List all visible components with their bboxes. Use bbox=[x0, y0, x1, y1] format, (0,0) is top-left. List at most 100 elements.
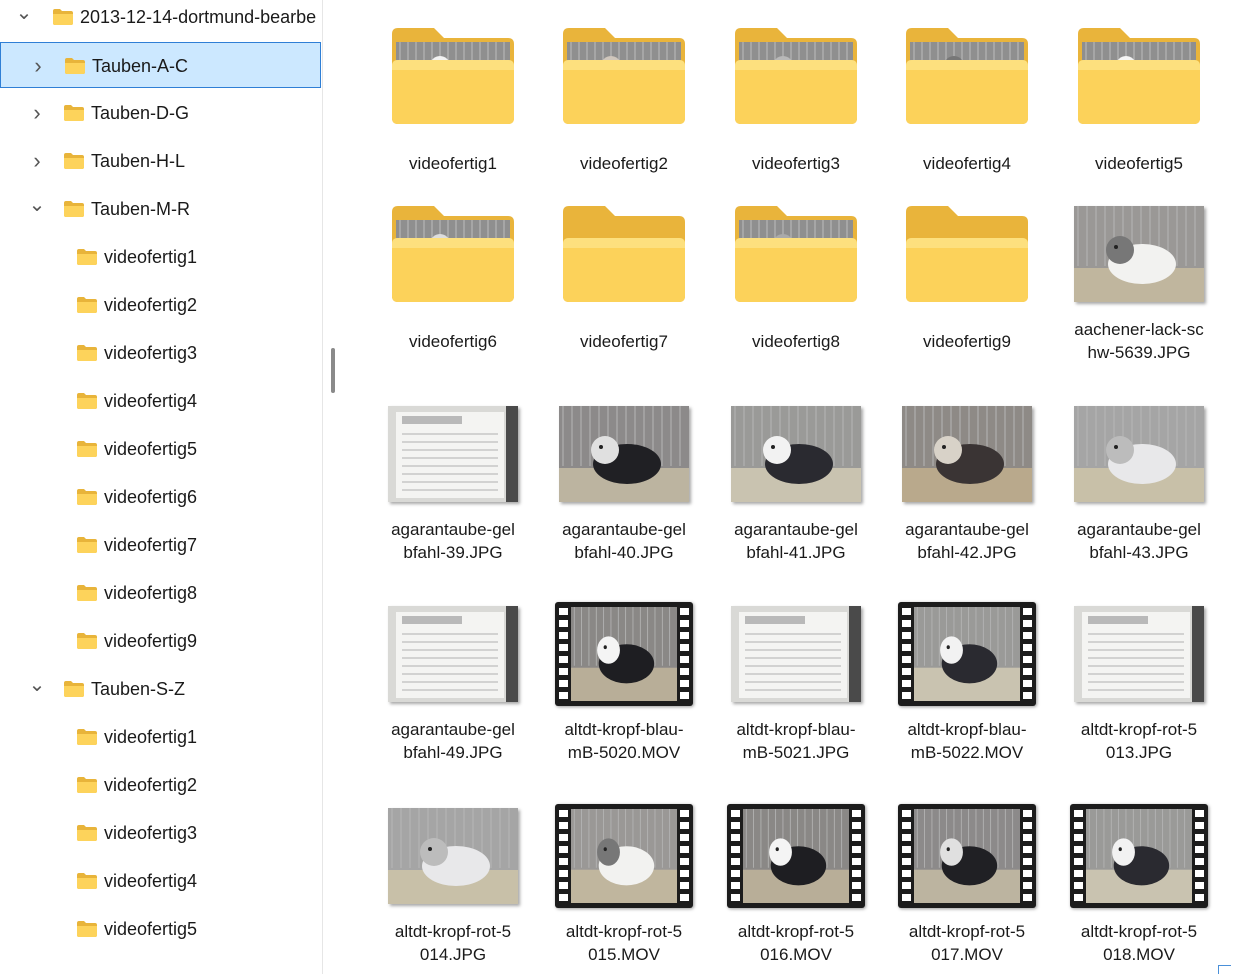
thumbnail-image bbox=[571, 607, 677, 701]
tree-item-subfolder[interactable]: videofertig2 bbox=[0, 762, 321, 808]
chevron-down-icon[interactable]: ⌄ bbox=[29, 186, 46, 232]
folder-icon bbox=[64, 681, 84, 697]
image-file-tile[interactable]: agarantaube-gel bfahl-42.JPG bbox=[887, 398, 1047, 578]
folder-icon bbox=[392, 28, 514, 124]
file-name-line: bfahl-40.JPG bbox=[574, 543, 674, 562]
file-name-label: altdt-kropf-rot-5 013.JPG bbox=[1051, 718, 1227, 764]
tree-item-subfolder[interactable]: videofertig4 bbox=[0, 378, 321, 424]
thumbnail bbox=[1059, 598, 1219, 710]
tree-item-label: videofertig6 bbox=[104, 487, 198, 507]
file-name-line: videofertig1 bbox=[409, 154, 497, 173]
thumbnail-image bbox=[743, 809, 849, 903]
file-name-line: videofertig9 bbox=[923, 332, 1011, 351]
tree-item-subfolder[interactable]: videofertig4 bbox=[0, 858, 321, 904]
folder-tile[interactable]: videofertig4 bbox=[887, 20, 1047, 200]
folder-tile[interactable]: videofertig6 bbox=[373, 198, 533, 378]
judging-card-image bbox=[1074, 606, 1204, 702]
thumbnail-image bbox=[1074, 206, 1204, 302]
video-file-tile[interactable]: altdt-kropf-rot-5 016.MOV bbox=[716, 800, 876, 974]
thumbnail bbox=[1059, 398, 1219, 510]
video-file-tile[interactable]: altdt-kropf-rot-5 018.MOV bbox=[1059, 800, 1219, 974]
file-name-label: altdt-kropf-blau-mB-5022.MOV bbox=[879, 718, 1055, 764]
tree-item-subfolder[interactable]: videofertig6 bbox=[0, 474, 321, 520]
pane-divider[interactable] bbox=[322, 0, 323, 974]
file-name-line: altdt-kropf-rot-5 bbox=[565, 922, 683, 941]
folder-icon bbox=[77, 441, 97, 457]
image-file-tile[interactable]: agarantaube-gel bfahl-39.JPG bbox=[373, 398, 533, 578]
image-file-tile[interactable]: agarantaube-gel bfahl-43.JPG bbox=[1059, 398, 1219, 578]
thumbnail bbox=[887, 20, 1047, 132]
tree-item-label: videofertig8 bbox=[104, 583, 198, 603]
tree-item-group[interactable]: › Tauben-D-G bbox=[0, 90, 321, 136]
file-name-label: videofertig2 bbox=[536, 152, 712, 175]
tree-item-subfolder[interactable]: videofertig1 bbox=[0, 714, 321, 760]
thumbnail-image bbox=[914, 809, 1020, 903]
chevron-right-icon[interactable]: › bbox=[29, 90, 45, 136]
tree-item-group[interactable]: ⌄ Tauben-S-Z bbox=[0, 666, 321, 712]
video-filmstrip-icon bbox=[727, 804, 865, 908]
chevron-down-icon[interactable]: ⌄ bbox=[29, 666, 46, 712]
thumbnail bbox=[1059, 20, 1219, 132]
tree-item-subfolder[interactable]: videofertig7 bbox=[0, 522, 321, 568]
image-file-tile[interactable]: altdt-kropf-rot-5 014.JPG bbox=[373, 800, 533, 974]
file-name-label: agarantaube-gel bfahl-42.JPG bbox=[879, 518, 1055, 564]
folder-icon bbox=[77, 345, 97, 361]
folder-tile[interactable]: videofertig7 bbox=[544, 198, 704, 378]
folder-tile[interactable]: videofertig2 bbox=[544, 20, 704, 200]
chevron-right-icon[interactable]: › bbox=[30, 43, 46, 89]
folder-tile[interactable]: videofertig8 bbox=[716, 198, 876, 378]
folder-icon bbox=[77, 729, 97, 745]
tree-item-subfolder[interactable]: videofertig2 bbox=[0, 282, 321, 328]
folder-icon bbox=[563, 28, 685, 124]
tree-item-subfolder[interactable]: videofertig8 bbox=[0, 570, 321, 616]
tree-item-subfolder[interactable]: videofertig5 bbox=[0, 426, 321, 472]
tree-item-subfolder[interactable]: videofertig1 bbox=[0, 234, 321, 280]
file-name-label: videofertig6 bbox=[365, 330, 541, 353]
file-name-label: agarantaube-gel bfahl-43.JPG bbox=[1051, 518, 1227, 564]
image-file-tile[interactable]: altdt-kropf-blau-mB-5021.JPG bbox=[716, 598, 876, 778]
file-name-label: agarantaube-gel bfahl-40.JPG bbox=[536, 518, 712, 564]
tree-item-subfolder[interactable]: videofertig5 bbox=[0, 906, 321, 952]
file-name-line: videofertig5 bbox=[1095, 154, 1183, 173]
tree-item-subfolder[interactable]: videofertig3 bbox=[0, 810, 321, 856]
folder-icon bbox=[53, 9, 73, 25]
folder-icon bbox=[77, 393, 97, 409]
folder-icon bbox=[77, 777, 97, 793]
video-file-tile[interactable]: altdt-kropf-rot-5 015.MOV bbox=[544, 800, 704, 974]
folder-icon bbox=[64, 153, 84, 169]
tree-item-group[interactable]: › Tauben-A-C bbox=[0, 42, 321, 88]
folder-icon bbox=[64, 201, 84, 217]
folder-icon bbox=[65, 58, 85, 74]
folder-tile[interactable]: videofertig9 bbox=[887, 198, 1047, 378]
image-file-tile[interactable]: agarantaube-gel bfahl-49.JPG bbox=[373, 598, 533, 778]
tree-item-root[interactable]: ⌄ 2013-12-14-dortmund-bearbe bbox=[0, 0, 321, 40]
file-name-line: altdt-kropf-blau- bbox=[736, 720, 856, 739]
file-name-line: videofertig2 bbox=[580, 154, 668, 173]
folder-icon bbox=[77, 633, 97, 649]
folder-tile[interactable]: videofertig5 bbox=[1059, 20, 1219, 200]
video-file-tile[interactable]: altdt-kropf-rot-5 017.MOV bbox=[887, 800, 1047, 974]
image-file-tile[interactable]: agarantaube-gel bfahl-40.JPG bbox=[544, 398, 704, 578]
tree-item-label: Tauben-M-R bbox=[91, 199, 191, 219]
navigation-scrollbar-thumb[interactable] bbox=[331, 348, 335, 393]
video-file-tile[interactable]: altdt-kropf-blau-mB-5022.MOV bbox=[887, 598, 1047, 778]
folder-tile[interactable]: videofertig3 bbox=[716, 20, 876, 200]
selection-corner-indicator bbox=[1218, 965, 1231, 974]
thumbnail bbox=[887, 398, 1047, 510]
tree-item-group[interactable]: ⌄ Tauben-M-R bbox=[0, 186, 321, 232]
image-file-tile[interactable]: aachener-lack-sc hw-5639.JPG bbox=[1059, 198, 1219, 378]
folder-icon bbox=[735, 206, 857, 302]
tree-item-subfolder[interactable]: videofertig3 bbox=[0, 330, 321, 376]
video-filmstrip-icon bbox=[555, 602, 693, 706]
image-file-tile[interactable]: agarantaube-gel bfahl-41.JPG bbox=[716, 398, 876, 578]
file-name-line: mB-5022.MOV bbox=[910, 743, 1024, 762]
folder-tile[interactable]: videofertig1 bbox=[373, 20, 533, 200]
chevron-down-icon[interactable]: ⌄ bbox=[16, 0, 33, 40]
chevron-right-icon[interactable]: › bbox=[29, 138, 45, 184]
file-name-line: altdt-kropf-rot-5 bbox=[394, 922, 512, 941]
image-file-tile[interactable]: altdt-kropf-rot-5 013.JPG bbox=[1059, 598, 1219, 778]
file-name-line: mB-5020.MOV bbox=[567, 743, 681, 762]
video-file-tile[interactable]: altdt-kropf-blau-mB-5020.MOV bbox=[544, 598, 704, 778]
tree-item-subfolder[interactable]: videofertig9 bbox=[0, 618, 321, 664]
tree-item-group[interactable]: › Tauben-H-L bbox=[0, 138, 321, 184]
